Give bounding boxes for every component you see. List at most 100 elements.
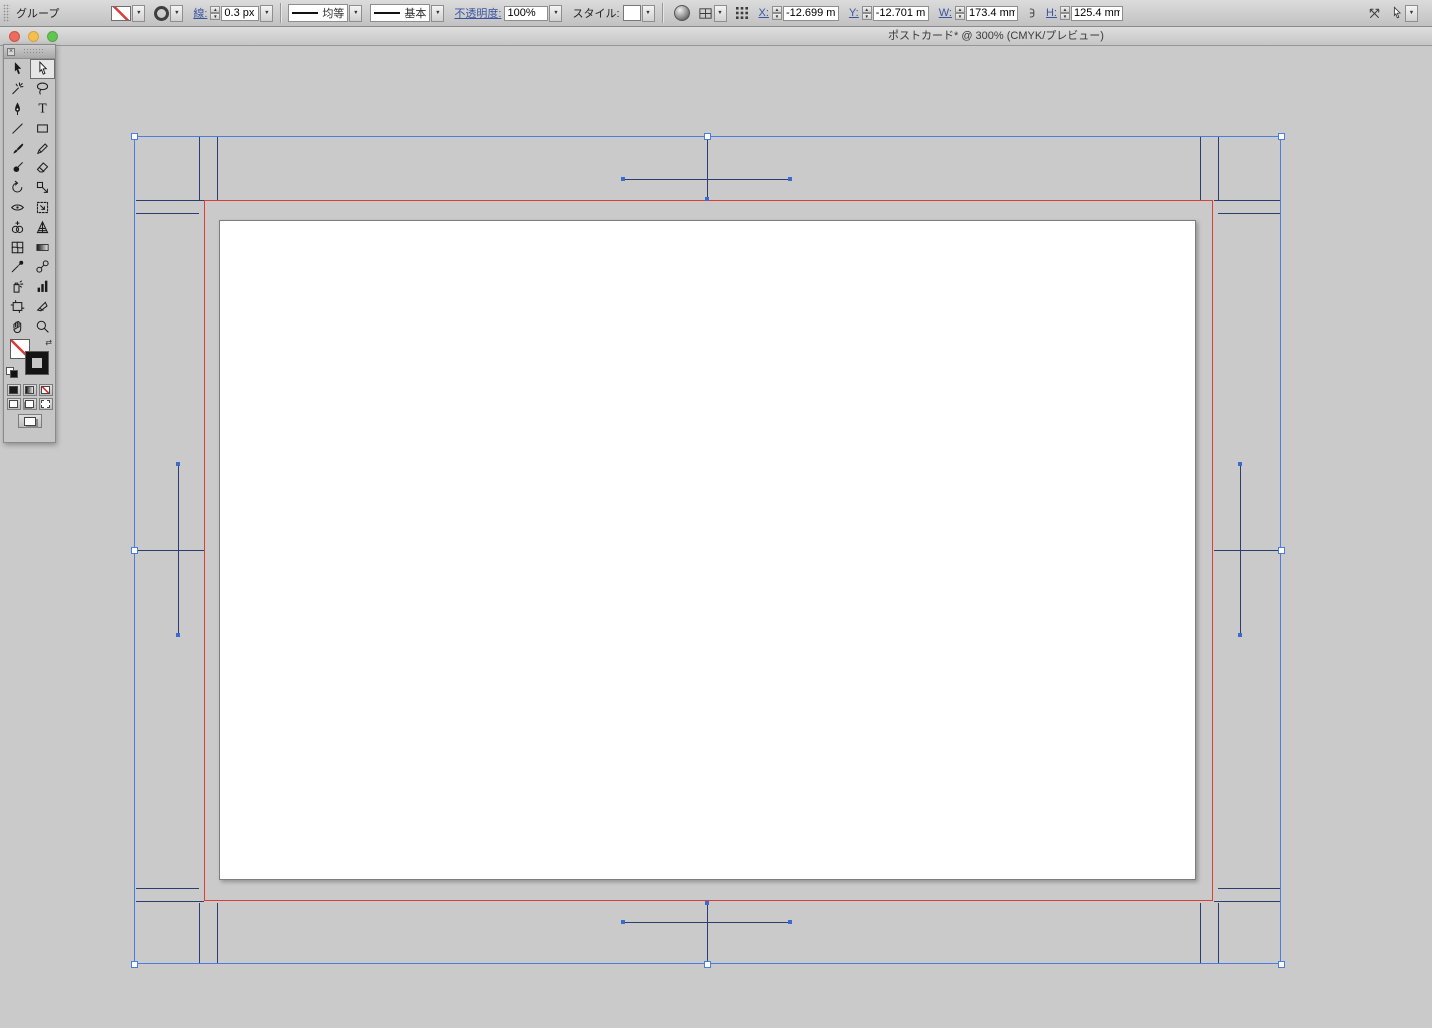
fill-color-control[interactable] (111, 5, 145, 22)
opacity-input[interactable] (504, 6, 548, 21)
opacity-label[interactable]: 不透明度: (454, 5, 501, 21)
align-dropdown-icon[interactable] (714, 5, 727, 22)
mesh-tool[interactable] (5, 237, 30, 257)
zoom-window-button[interactable] (47, 31, 58, 42)
stroke-weight-label[interactable]: 線: (193, 5, 207, 21)
select-similar-dropdown-icon[interactable] (1405, 5, 1418, 22)
style-label: スタイル: (572, 5, 619, 21)
stroke-weight-input[interactable] (221, 6, 259, 21)
selection-handle[interactable] (1278, 133, 1285, 140)
transform-arrows-button[interactable] (1367, 6, 1382, 21)
eraser-tool[interactable] (30, 158, 55, 178)
width-tool[interactable] (5, 198, 30, 218)
blob-brush-tool[interactable] (5, 158, 30, 178)
selection-handle[interactable] (131, 133, 138, 140)
context-label: グループ (16, 5, 59, 21)
panel-close-icon[interactable] (7, 48, 15, 56)
symbol-sprayer-tool[interactable] (5, 277, 30, 297)
align-control[interactable] (698, 5, 727, 22)
stroke-color-control[interactable] (154, 5, 183, 22)
screen-mode-button[interactable] (18, 414, 42, 428)
opacity-dropdown-icon[interactable] (549, 5, 562, 22)
perspective-grid-tool[interactable] (30, 217, 55, 237)
panel-grip-icon[interactable] (3, 4, 10, 22)
lasso-tool[interactable] (30, 79, 55, 99)
selection-tool[interactable] (5, 59, 30, 79)
constrain-proportions-link[interactable] (1022, 6, 1036, 20)
tools-panel[interactable]: T ⇄ (3, 44, 56, 443)
selection-handle[interactable] (704, 133, 711, 140)
y-label[interactable]: Y: (849, 7, 859, 19)
selection-handle[interactable] (131, 961, 138, 968)
selection-handle[interactable] (1278, 547, 1285, 554)
stroke-weight-dropdown-icon[interactable] (260, 5, 273, 22)
w-label[interactable]: W: (939, 7, 952, 19)
uniform-line-icon (292, 12, 318, 14)
slice-tool[interactable] (30, 297, 55, 317)
stroke-dropdown-icon[interactable] (170, 5, 183, 22)
gradient-button[interactable] (23, 384, 37, 396)
shape-builder-tool[interactable] (5, 217, 30, 237)
fill-dropdown-icon[interactable] (132, 5, 145, 22)
y-stepper[interactable] (862, 6, 872, 20)
w-stepper[interactable] (955, 6, 965, 20)
direct-selection-tool[interactable] (30, 59, 55, 79)
column-graph-tool[interactable] (30, 277, 55, 297)
gradient-tool[interactable] (30, 237, 55, 257)
document-title-bar[interactable]: ポストカード* @ 300% (CMYK/プレビュー) (0, 27, 1432, 46)
draw-behind-button[interactable] (23, 398, 37, 410)
brush-dropdown-icon[interactable] (431, 5, 444, 22)
x-stepper[interactable] (772, 6, 782, 20)
fill-none-swatch-icon[interactable] (111, 6, 131, 21)
selection-handle[interactable] (704, 961, 711, 968)
magic-wand-tool[interactable] (5, 79, 30, 99)
h-label[interactable]: H: (1046, 7, 1057, 19)
pen-tool[interactable] (5, 99, 30, 119)
none-button[interactable] (39, 384, 53, 396)
h-stepper[interactable] (1060, 6, 1070, 20)
pencil-tool[interactable] (30, 138, 55, 158)
paintbrush-tool[interactable] (5, 138, 30, 158)
close-window-button[interactable] (9, 31, 20, 42)
selection-handle[interactable] (1278, 961, 1285, 968)
type-tool[interactable]: T (30, 99, 55, 119)
free-transform-tool[interactable] (30, 198, 55, 218)
rectangle-tool[interactable] (30, 118, 55, 138)
width-profile-select[interactable]: 均等 (288, 4, 348, 22)
separator (662, 3, 663, 23)
style-swatch[interactable] (623, 5, 641, 21)
zoom-tool[interactable] (30, 316, 55, 336)
draw-normal-button[interactable] (7, 398, 21, 410)
line-tool[interactable] (5, 118, 30, 138)
width-profile-dropdown-icon[interactable] (349, 5, 362, 22)
style-dropdown-icon[interactable] (642, 5, 655, 22)
x-input[interactable] (783, 6, 839, 21)
select-similar-control[interactable] (1390, 5, 1418, 22)
panel-drag-grip-icon[interactable] (23, 48, 45, 55)
stroke-weight-stepper[interactable] (210, 6, 220, 20)
eyedropper-tool[interactable] (5, 257, 30, 277)
artboard-tool[interactable] (5, 297, 30, 317)
stroke-swatch-icon[interactable] (154, 6, 169, 21)
brush-select[interactable]: 基本 (370, 4, 430, 22)
w-input[interactable] (966, 6, 1018, 21)
blend-tool[interactable] (30, 257, 55, 277)
selection-handle[interactable] (131, 547, 138, 554)
color-button[interactable] (7, 384, 21, 396)
document-canvas[interactable] (0, 0, 1432, 1028)
hand-tool[interactable] (5, 316, 30, 336)
selection-bounding-box[interactable] (134, 136, 1281, 964)
recolor-artwork-icon[interactable] (674, 5, 690, 21)
reference-point-locator[interactable] (735, 6, 749, 20)
h-input[interactable] (1071, 6, 1123, 21)
draw-inside-button[interactable] (39, 398, 53, 410)
default-fill-stroke-icon[interactable] (6, 367, 17, 376)
scale-tool[interactable] (30, 178, 55, 198)
rotate-tool[interactable] (5, 178, 30, 198)
stroke-indicator[interactable] (26, 352, 48, 374)
minimize-window-button[interactable] (28, 31, 39, 42)
tools-panel-header[interactable] (4, 45, 55, 59)
swap-fill-stroke-icon[interactable]: ⇄ (45, 338, 52, 347)
x-label[interactable]: X: (759, 7, 769, 19)
y-input[interactable] (873, 6, 929, 21)
